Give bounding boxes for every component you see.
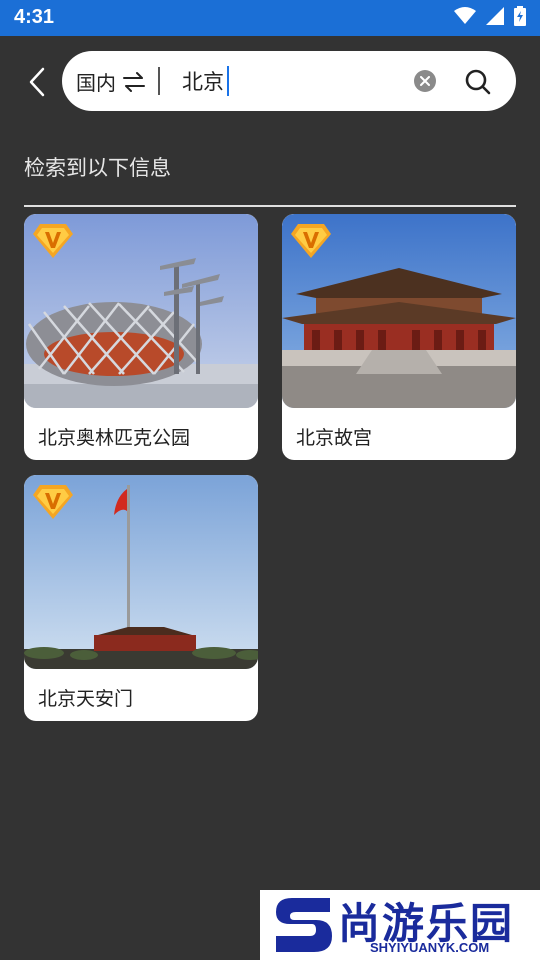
wifi-icon xyxy=(454,7,476,24)
results-heading: 检索到以下信息 xyxy=(24,156,171,180)
heading-divider xyxy=(24,205,516,207)
search-icon xyxy=(465,69,491,95)
vip-badge-icon xyxy=(33,224,73,258)
clear-button[interactable] xyxy=(414,70,436,92)
result-card[interactable]: 北京故宫 xyxy=(282,214,516,460)
swap-icon xyxy=(123,71,145,92)
status-icons xyxy=(454,6,526,26)
result-card[interactable]: 北京天安门 xyxy=(24,475,258,721)
search-divider xyxy=(158,67,160,95)
signal-icon xyxy=(486,7,504,25)
chevron-left-icon xyxy=(29,67,45,97)
result-card[interactable]: 北京奥林匹克公园 xyxy=(24,214,258,460)
watermark: 尚游乐园 SHYIYUANYK.COM xyxy=(260,890,540,960)
back-button[interactable] xyxy=(22,62,52,102)
search-input[interactable] xyxy=(182,66,402,96)
result-title: 北京奥林匹克公园 xyxy=(38,427,191,449)
region-label: 国内 xyxy=(76,71,116,95)
result-title: 北京故宫 xyxy=(296,427,373,449)
region-toggle[interactable]: 国内 xyxy=(76,67,146,96)
vip-badge-icon xyxy=(33,485,73,519)
search-bar: 国内 xyxy=(62,51,516,111)
battery-icon xyxy=(514,6,526,26)
result-title: 北京天安门 xyxy=(38,688,134,710)
close-icon xyxy=(420,76,430,86)
watermark-logo-icon xyxy=(276,898,332,952)
status-time: 4:31 xyxy=(14,6,55,28)
status-bar: 4:31 xyxy=(0,0,540,36)
watermark-url: SHYIYUANYK.COM xyxy=(370,940,490,955)
vip-badge-icon xyxy=(291,224,331,258)
text-caret xyxy=(227,66,229,96)
search-button[interactable] xyxy=(464,68,492,96)
